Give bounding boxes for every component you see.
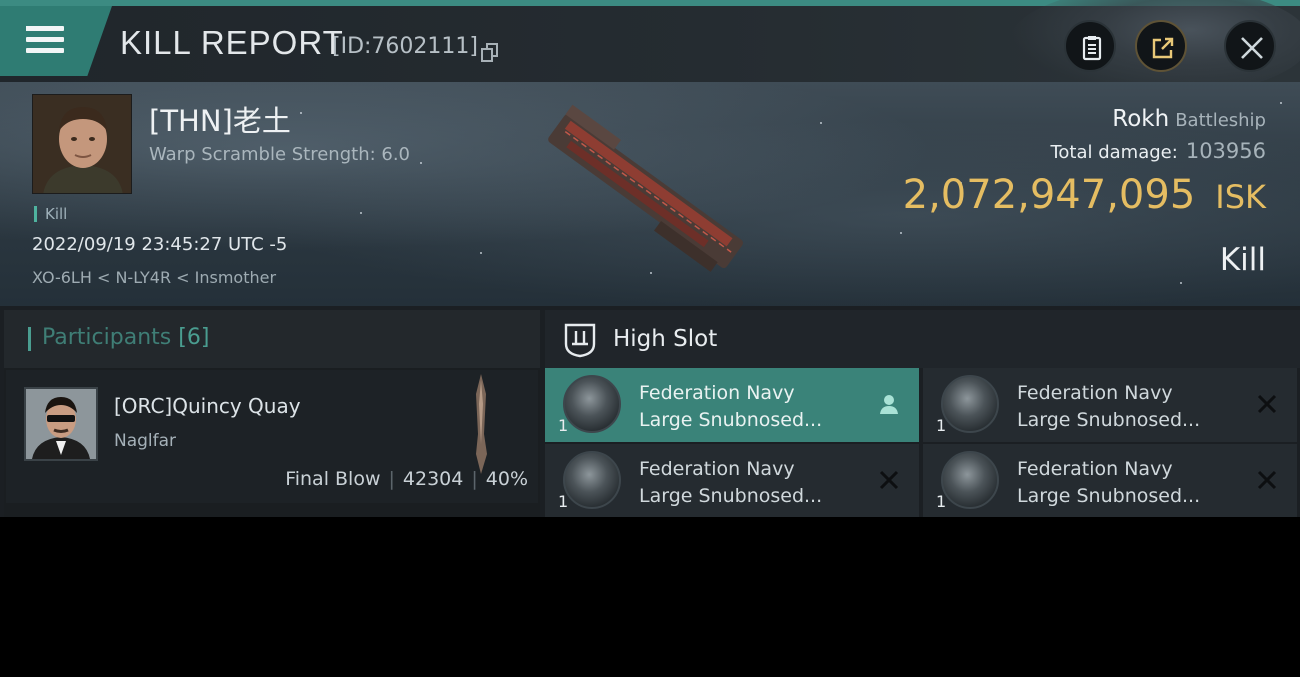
menu-button[interactable]	[0, 6, 112, 76]
participant-row[interactable]: [ORC]Quincy Quay Naglfar Final Blow | 4230…	[6, 370, 538, 503]
participants-header[interactable]: Participants [6]	[4, 310, 540, 368]
user-icon	[880, 395, 898, 414]
module-name: Federation Navy Large Snubnosed...	[1017, 382, 1201, 431]
module-quantity: 1	[558, 416, 569, 435]
naglfar-ship-icon	[476, 374, 487, 474]
destroyed-x-icon	[879, 470, 899, 490]
participants-count: [6]	[178, 325, 210, 350]
module-slot[interactable]: 1 Federation Navy Large Snubnosed...	[545, 444, 919, 517]
close-icon	[1241, 37, 1263, 59]
isk-value-line: 2,072,947,095 ISK	[903, 172, 1266, 218]
high-slot-title: High Slot	[613, 326, 718, 352]
ship-type-line: Rokh Battleship	[1112, 106, 1266, 132]
victim-banner: [THN]老土 Warp Scramble Strength: 6.0 Kill…	[0, 82, 1300, 306]
module-quantity: 1	[936, 492, 947, 511]
destroyed-x-icon	[1257, 470, 1277, 490]
warp-scramble-strength: Warp Scramble Strength: 6.0	[149, 144, 411, 165]
total-damage-value: 103956	[1185, 139, 1266, 163]
kill-datetime: 2022/09/19 23:45:27 UTC -5	[32, 234, 288, 255]
snubnosed-launcher-icon	[941, 451, 999, 509]
header-bar: KILL REPORT [ID:7602111]	[0, 0, 1300, 96]
destroyed-x-icon	[1257, 394, 1277, 414]
participant-avatar	[24, 387, 98, 461]
kill-report-window: KILL REPORT [ID:7602111] [THN]老土 Warp Sc…	[0, 0, 1300, 517]
module-name: Federation Navy Large Snubnosed...	[639, 458, 823, 507]
module-slot[interactable]: 1 Federation Navy Large Snubnosed...	[923, 444, 1297, 517]
module-slot[interactable]: 1 Federation Navy Large Snubnosed...	[545, 368, 919, 442]
module-slot[interactable]: 1 Federation Navy Large Snubnosed...	[923, 368, 1297, 442]
module-name: Federation Navy Large Snubnosed...	[1017, 458, 1201, 507]
copy-icon[interactable]	[481, 43, 499, 63]
report-id: [ID:7602111]	[332, 34, 478, 59]
participants-title: Participants [6]	[42, 325, 210, 350]
participant-damage: 42304	[402, 468, 464, 490]
page-title: KILL REPORT	[120, 24, 344, 61]
participants-panel: Participants [6] [ORC]Quincy Quay Naglfa…	[4, 310, 540, 517]
high-slot-panel: High Slot 1 Federation Navy Large Snubno…	[545, 310, 1300, 517]
module-name: Federation Navy Large Snubnosed...	[639, 382, 823, 431]
ship-name[interactable]: Rokh	[1112, 106, 1169, 132]
isk-unit: ISK	[1215, 178, 1266, 216]
clipboard-icon	[1082, 36, 1102, 61]
ship-render-image	[548, 104, 743, 272]
snubnosed-launcher-icon	[563, 451, 621, 509]
pilot-avatar-icon	[33, 95, 131, 193]
high-slot-header: High Slot	[545, 310, 1300, 368]
ship-class: Battleship	[1175, 110, 1266, 131]
share-icon	[1152, 37, 1174, 59]
isk-value: 2,072,947,095	[902, 172, 1196, 218]
victim-portrait[interactable]	[32, 94, 132, 194]
participant-ship: Naglfar	[114, 431, 177, 451]
kill-location[interactable]: XO-6LH < N-LY4R < Insmother	[32, 268, 276, 287]
kill-tag: Kill	[34, 206, 67, 222]
participant-percent: 40%	[485, 468, 528, 490]
snubnosed-launcher-icon	[941, 375, 999, 433]
participant-stats: Final Blow | 42304 | 40%	[285, 468, 528, 490]
clipboard-button[interactable]	[1064, 20, 1116, 72]
total-damage-label: Total damage:	[1050, 142, 1178, 163]
close-button[interactable]	[1224, 20, 1276, 72]
participant-name[interactable]: [ORC]Quincy Quay	[114, 394, 301, 418]
module-quantity: 1	[936, 416, 947, 435]
snubnosed-launcher-icon	[563, 375, 621, 433]
share-button[interactable]	[1135, 20, 1187, 72]
module-quantity: 1	[558, 492, 569, 511]
hamburger-icon	[26, 26, 64, 54]
result-label: Kill	[1219, 242, 1266, 278]
final-blow-label: Final Blow	[285, 468, 381, 490]
pilot-avatar-icon	[26, 389, 96, 459]
total-damage-line: Total damage: 103956	[1050, 139, 1266, 163]
high-slot-icon	[564, 323, 596, 358]
victim-name[interactable]: [THN]老土	[149, 98, 291, 140]
